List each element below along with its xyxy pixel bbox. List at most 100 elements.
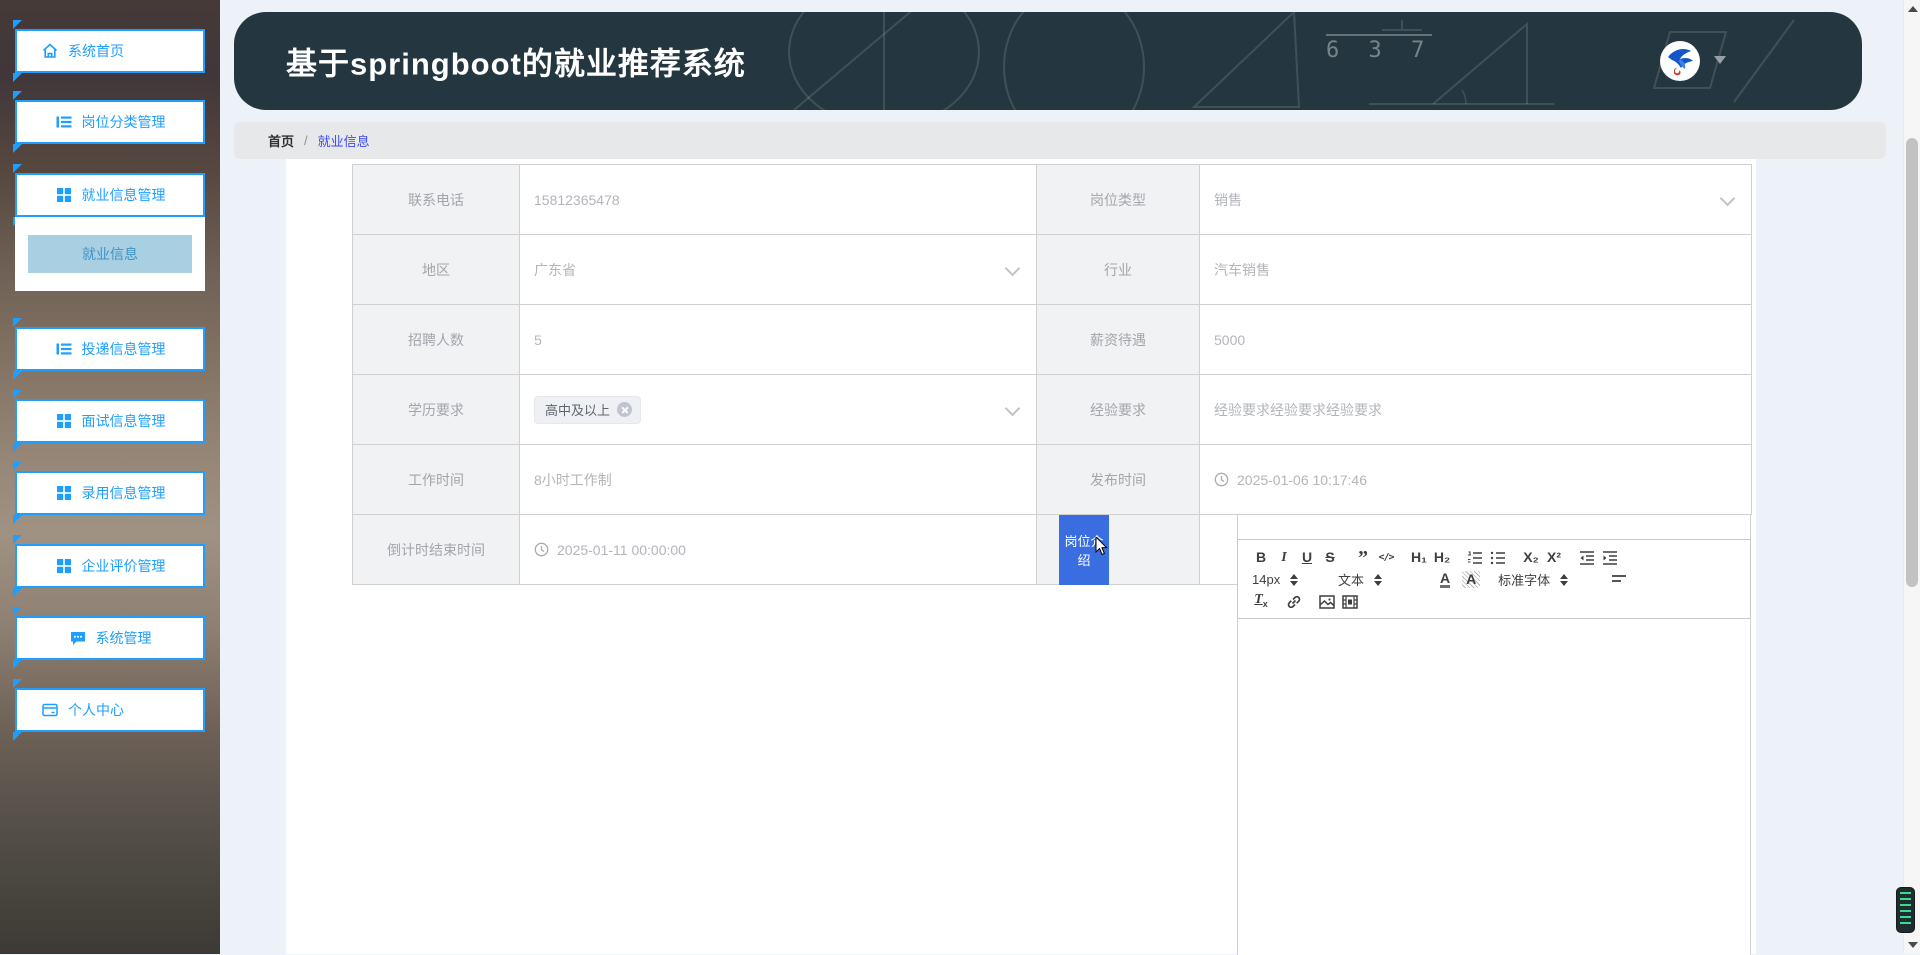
industry-input[interactable]: 汽车销售: [1200, 235, 1752, 305]
scrollbar-thumb[interactable]: [1906, 138, 1918, 587]
page-title: 基于springboot的就业推荐系统: [286, 46, 746, 82]
image-icon[interactable]: [1318, 593, 1336, 611]
link-icon[interactable]: [1285, 593, 1303, 611]
updown-caret-icon: [1374, 570, 1383, 590]
form-row: 招聘人数 5 薪资待遇 5000: [353, 305, 1752, 375]
italic-button[interactable]: I: [1275, 547, 1293, 568]
field-label-job-description: 岗位介绍: [1037, 514, 1200, 585]
job-description-label-selected: 岗位介绍: [1059, 514, 1109, 585]
form-row: 工作时间 8小时工作制 发布时间 2025-01-06 10:17:46: [353, 445, 1752, 515]
countdown-end-picker[interactable]: 2025-01-11 00:00:00: [520, 515, 1037, 585]
chevron-down-icon: [1719, 190, 1736, 206]
sidebar-item-company-review-mgmt[interactable]: 企业评价管理: [13, 535, 205, 597]
category-list-icon: [56, 343, 71, 355]
sidebar-item-home[interactable]: 系统首页: [13, 20, 205, 82]
subscript-button[interactable]: X₂: [1522, 547, 1540, 568]
salary-input[interactable]: 5000: [1200, 305, 1752, 375]
ordered-list-icon[interactable]: [1466, 549, 1484, 567]
breadcrumb-home[interactable]: 首页: [268, 131, 294, 150]
work-hours-input[interactable]: 8小时工作制: [520, 445, 1037, 515]
clear-format-button[interactable]: Tx: [1252, 588, 1270, 615]
field-label-publish-time: 发布时间: [1037, 445, 1200, 515]
code-block-button[interactable]: </>: [1377, 547, 1395, 568]
sidebar-item-system-mgmt[interactable]: 系统管理: [13, 607, 205, 669]
toolbar-row-1: B I U S ” </> H₁ H₂ X₂ X²: [1252, 547, 1736, 568]
sidebar-item-employment-info-mgmt[interactable]: 就业信息管理: [13, 164, 205, 226]
job-type-select[interactable]: 销售: [1200, 165, 1752, 235]
sidebar-submenu-panel: 就业信息: [15, 217, 205, 291]
sidebar-item-delivery-info-mgmt[interactable]: 投递信息管理: [13, 318, 205, 380]
bold-button[interactable]: B: [1252, 547, 1270, 568]
heading1-button[interactable]: H₁: [1410, 547, 1428, 568]
sidebar-item-label: 岗位分类管理: [81, 114, 166, 130]
field-label-region: 地区: [353, 235, 520, 305]
rich-editor-toolbar: B I U S ” </> H₁ H₂ X₂ X² 14px 文本 A A 标准…: [1237, 539, 1751, 619]
home-icon: [42, 43, 58, 58]
font-family-select[interactable]: 标准字体: [1498, 570, 1594, 590]
recorder-indicator-widget[interactable]: [1896, 887, 1915, 933]
avatar[interactable]: [1660, 41, 1700, 81]
text-color-button[interactable]: A: [1440, 571, 1451, 588]
breadcrumb-current[interactable]: 就业信息: [318, 131, 370, 150]
sidebar-item-job-category[interactable]: 岗位分类管理: [13, 91, 205, 153]
grid-icon: [56, 559, 71, 573]
category-list-icon: [56, 116, 71, 128]
chevron-down-icon: [1004, 260, 1021, 276]
experience-input[interactable]: 经验要求经验要求经验要求: [1200, 375, 1752, 445]
bullet-list-icon[interactable]: [1489, 549, 1507, 567]
tag-close-icon[interactable]: [617, 402, 633, 417]
grid-icon: [56, 486, 71, 500]
font-size-select[interactable]: 14px: [1252, 570, 1324, 590]
user-menu-caret-icon[interactable]: [1714, 56, 1726, 64]
scroll-up-arrow-icon[interactable]: [1908, 6, 1918, 12]
sidebar-item-interview-info-mgmt[interactable]: 面试信息管理: [13, 390, 205, 452]
toolbar-row-2: 14px 文本 A A 标准字体: [1252, 569, 1736, 590]
app-header: 6 3 7 基于springboot的就业推荐系统: [234, 12, 1862, 110]
sidebar-item-label: 就业信息管理: [81, 187, 166, 203]
clock-icon: [1214, 472, 1229, 487]
text-style-select[interactable]: 文本: [1338, 570, 1426, 590]
publish-time-picker[interactable]: 2025-01-06 10:17:46: [1200, 445, 1752, 515]
employment-info-form: 联系电话 15812365478 岗位类型 销售 地区 广东省 行业 汽车销售 …: [352, 164, 1752, 955]
sidebar-item-label: 系统首页: [68, 43, 124, 59]
breadcrumb: 首页 / 就业信息: [234, 122, 1886, 159]
video-icon[interactable]: [1341, 593, 1359, 611]
field-label-job-type: 岗位类型: [1037, 165, 1200, 235]
phone-input[interactable]: 15812365478: [520, 165, 1037, 235]
page-scrollbar[interactable]: [1903, 0, 1920, 954]
sidebar-item-label: 个人中心: [68, 702, 124, 718]
grid-icon: [56, 188, 71, 202]
recorder-stripes: [1900, 892, 1911, 928]
field-label-countdown-end: 倒计时结束时间: [353, 515, 520, 585]
headcount-input[interactable]: 5: [520, 305, 1037, 375]
field-label-education: 学历要求: [353, 375, 520, 445]
sidebar-item-label: 录用信息管理: [81, 485, 166, 501]
align-icon[interactable]: [1610, 571, 1628, 589]
superscript-button[interactable]: X²: [1545, 547, 1563, 568]
strikethrough-button[interactable]: S: [1321, 547, 1339, 568]
heading2-button[interactable]: H₂: [1433, 547, 1451, 568]
region-select[interactable]: 广东省: [520, 235, 1037, 305]
highlight-color-button[interactable]: A: [1462, 571, 1481, 588]
indent-icon[interactable]: [1601, 549, 1619, 567]
updown-caret-icon: [1290, 570, 1299, 590]
mouse-cursor-icon: [1095, 536, 1108, 555]
updown-caret-icon: [1560, 570, 1569, 590]
underline-button[interactable]: U: [1298, 547, 1316, 568]
sidebar-item-personal-center[interactable]: 个人中心: [13, 679, 205, 741]
scroll-down-arrow-icon[interactable]: [1908, 942, 1918, 948]
grid-icon: [56, 414, 71, 428]
education-multiselect[interactable]: 高中及以上: [520, 375, 1037, 445]
field-label-salary: 薪资待遇: [1037, 305, 1200, 375]
sidebar: 系统首页 岗位分类管理 就业信息管理 就业信息 投递信息管理 面试信息管理 录用…: [0, 0, 220, 954]
breadcrumb-separator: /: [304, 133, 308, 148]
sidebar-subitem-employment-info[interactable]: 就业信息: [28, 235, 192, 273]
sidebar-item-label: 企业评价管理: [81, 558, 166, 574]
rich-editor-content[interactable]: [1238, 619, 1750, 955]
clock-icon: [534, 542, 549, 557]
outdent-icon[interactable]: [1578, 549, 1596, 567]
sidebar-item-hiring-info-mgmt[interactable]: 录用信息管理: [13, 462, 205, 524]
bird-logo-icon: [1668, 49, 1693, 76]
blockquote-button[interactable]: ”: [1354, 548, 1372, 568]
field-label-experience: 经验要求: [1037, 375, 1200, 445]
